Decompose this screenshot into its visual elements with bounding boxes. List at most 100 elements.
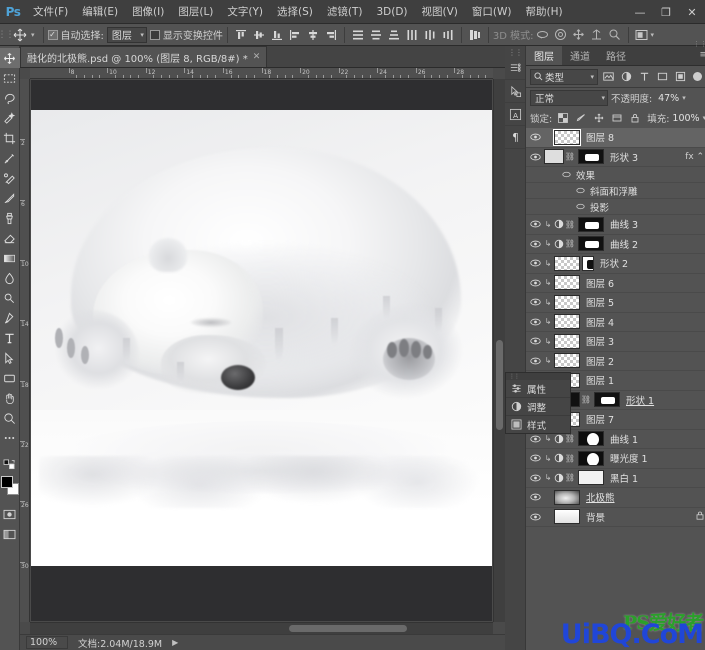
table-row[interactable]: ↳ ⛓ 曲线 3	[526, 215, 705, 235]
menu-view[interactable]: 视图(V)	[415, 1, 465, 22]
layer-thumbnail[interactable]	[554, 353, 580, 368]
layer-thumbnail[interactable]	[554, 275, 580, 290]
eye-icon[interactable]	[528, 510, 542, 524]
eye-icon[interactable]	[528, 490, 542, 504]
layer-mask-thumbnail[interactable]	[578, 149, 604, 164]
history-icon[interactable]	[505, 58, 525, 80]
table-row[interactable]: ↳ 图层 4	[526, 313, 705, 333]
table-row[interactable]: ↳ 形状 2	[526, 254, 705, 274]
menu-filter[interactable]: 滤镜(T)	[320, 1, 370, 22]
screen-mode-icon[interactable]	[633, 26, 651, 44]
options-bar-grip[interactable]: ⋮⋮	[2, 26, 9, 44]
auto-align-layers-icon[interactable]	[466, 26, 484, 44]
lock-all-icon[interactable]	[627, 111, 642, 126]
clone-stamp-tool[interactable]	[0, 208, 20, 228]
layer-effects-group[interactable]: 效果	[526, 167, 705, 183]
eyedropper-tool[interactable]	[0, 148, 20, 168]
minimize-icon[interactable]: —	[627, 0, 653, 24]
table-row[interactable]: 背景	[526, 508, 705, 528]
eye-icon[interactable]	[528, 295, 542, 309]
auto-select-target-dropdown[interactable]: 图层 ▾	[107, 27, 147, 43]
layer-thumbnail[interactable]	[554, 334, 580, 349]
crop-tool[interactable]	[0, 128, 20, 148]
tab-paths[interactable]: 路径	[598, 46, 634, 65]
menu-layer[interactable]: 图层(L)	[171, 1, 220, 22]
layer-thumbnail[interactable]	[544, 149, 564, 164]
maximize-icon[interactable]: ❐	[653, 0, 679, 24]
character-icon[interactable]: A	[505, 104, 525, 126]
eye-icon[interactable]	[528, 354, 542, 368]
lasso-tool[interactable]	[0, 88, 20, 108]
canvas-horizontal-scroll-thumb[interactable]	[289, 625, 407, 632]
3d-roll-icon[interactable]	[552, 26, 570, 44]
filter-adjustment-icon[interactable]	[619, 69, 634, 85]
paragraph-icon[interactable]: ¶	[505, 127, 525, 149]
table-row[interactable]: ↳ ⛓ 黑白 1	[526, 469, 705, 489]
paths-tool-icon[interactable]	[505, 81, 525, 103]
link-layers-icon[interactable]: ⛓	[582, 395, 590, 404]
quick-mask-icon[interactable]	[0, 504, 20, 524]
layer-mask-thumbnail[interactable]	[578, 451, 604, 466]
close-icon[interactable]: ✕	[679, 0, 705, 24]
tool-preset-chevron-down-icon[interactable]: ▾	[31, 31, 39, 39]
adjustment-curves-icon[interactable]	[554, 434, 564, 444]
eye-icon[interactable]	[528, 451, 542, 465]
layer-thumbnail[interactable]	[554, 490, 580, 505]
document-tab[interactable]: 融化的北极熊.psd @ 100% (图层 8, RGB/8#) * ✕	[20, 46, 267, 67]
tab-adjustments[interactable]: 调整	[506, 398, 570, 416]
show-transform-controls-checkbox[interactable]	[150, 30, 160, 40]
status-chevron-right-icon[interactable]: ▶	[172, 638, 178, 647]
layer-thumbnail[interactable]	[554, 314, 580, 329]
eye-icon[interactable]	[528, 217, 542, 231]
eye-icon[interactable]	[560, 171, 572, 178]
vector-mask-thumbnail[interactable]	[594, 392, 620, 407]
distribute-vertical-centers-icon[interactable]	[367, 26, 385, 44]
menu-3d[interactable]: 3D(D)	[369, 3, 414, 21]
tab-styles[interactable]: 样式	[506, 416, 570, 433]
brush-tool[interactable]	[0, 188, 20, 208]
auto-select-checkbox[interactable]: ✓	[48, 30, 58, 40]
link-layers-icon[interactable]: ⛓	[566, 454, 574, 463]
hand-tool[interactable]	[0, 388, 20, 408]
distribute-right-edges-icon[interactable]	[439, 26, 457, 44]
path-selection-tool[interactable]	[0, 348, 20, 368]
blend-mode-dropdown[interactable]: 正常 ▾	[530, 90, 608, 106]
vertical-ruler[interactable]: 26101418222630	[20, 79, 30, 622]
filter-smart-object-icon[interactable]	[673, 69, 688, 85]
zoom-level-input[interactable]: 100%	[26, 636, 68, 649]
menu-type[interactable]: 文字(Y)	[220, 1, 270, 22]
color-swatches[interactable]	[0, 476, 20, 498]
link-layers-icon[interactable]: ⛓	[566, 239, 574, 248]
lock-artboard-icon[interactable]	[609, 111, 624, 126]
canvas-horizontal-scrollbar[interactable]	[30, 622, 493, 634]
eye-icon[interactable]	[528, 237, 542, 251]
adjustment-curves-icon[interactable]	[554, 219, 564, 229]
horizontal-ruler[interactable]: 810121416182022242628	[30, 68, 493, 79]
tab-channels[interactable]: 通道	[562, 46, 598, 65]
link-layers-icon[interactable]: ⛓	[566, 434, 574, 443]
filter-enable-toggle[interactable]	[693, 72, 702, 81]
pen-tool[interactable]	[0, 308, 20, 328]
eye-icon[interactable]	[528, 276, 542, 290]
properties-adjustments-styles-panel[interactable]: ⋮⋮ 属性 调整 样式	[505, 372, 571, 434]
menu-window[interactable]: 窗口(W)	[465, 1, 519, 22]
eye-icon[interactable]	[528, 256, 542, 270]
opacity-value[interactable]: 47%	[655, 93, 679, 104]
float-panel-grip[interactable]: ⋮⋮	[506, 373, 570, 380]
move-tool-icon[interactable]	[9, 26, 31, 44]
vector-mask-thumbnail[interactable]	[582, 256, 594, 271]
gradient-tool[interactable]	[0, 248, 20, 268]
layer-mask-thumbnail[interactable]	[578, 470, 604, 485]
eye-icon[interactable]	[528, 471, 542, 485]
quick-selection-tool[interactable]	[0, 108, 20, 128]
3d-slide-icon[interactable]	[588, 26, 606, 44]
edit-toolbar-tool[interactable]	[0, 428, 20, 448]
adjustment-exposure-icon[interactable]	[554, 453, 564, 463]
document-window[interactable]	[31, 80, 492, 621]
layer-effect-item[interactable]: 投影	[526, 199, 705, 215]
canvas-vertical-scroll-thumb[interactable]	[496, 340, 503, 430]
menu-image[interactable]: 图像(I)	[125, 1, 171, 22]
foreground-color-swatch[interactable]	[1, 476, 13, 488]
eye-icon[interactable]	[528, 315, 542, 329]
table-row[interactable]: ↳ 图层 5	[526, 293, 705, 313]
